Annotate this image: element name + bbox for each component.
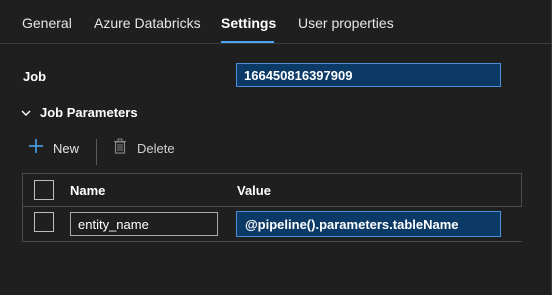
parameters-table-header: Name Value (22, 173, 522, 207)
plus-icon (28, 138, 44, 159)
new-button-label: New (53, 140, 80, 156)
delete-button-label: Delete (137, 140, 175, 156)
new-button[interactable]: New (28, 137, 79, 159)
parameter-name-input[interactable] (70, 212, 218, 236)
delete-button[interactable]: Delete (112, 137, 175, 159)
tab-bar: General Azure Databricks Settings User p… (0, 0, 552, 44)
select-all-checkbox[interactable] (34, 180, 54, 200)
chevron-down-icon (20, 106, 32, 118)
toolbar-divider (96, 139, 97, 165)
tab-general[interactable]: General (22, 15, 72, 31)
table-row (22, 207, 522, 242)
active-tab-indicator (221, 41, 274, 43)
value-column-header: Value (237, 183, 271, 198)
section-title: Job Parameters (40, 104, 138, 120)
tab-settings[interactable]: Settings (221, 15, 276, 31)
trash-icon (112, 138, 128, 159)
job-id-input[interactable] (236, 63, 501, 87)
job-label: Job (23, 69, 47, 84)
tab-user-properties[interactable]: User properties (298, 15, 394, 31)
tab-azure-databricks[interactable]: Azure Databricks (94, 15, 201, 31)
job-parameters-header[interactable]: Job Parameters (20, 103, 138, 121)
settings-panel: General Azure Databricks Settings User p… (0, 0, 552, 295)
parameter-value-input[interactable] (236, 211, 501, 237)
name-column-header: Name (70, 183, 106, 198)
row-checkbox[interactable] (34, 212, 54, 232)
